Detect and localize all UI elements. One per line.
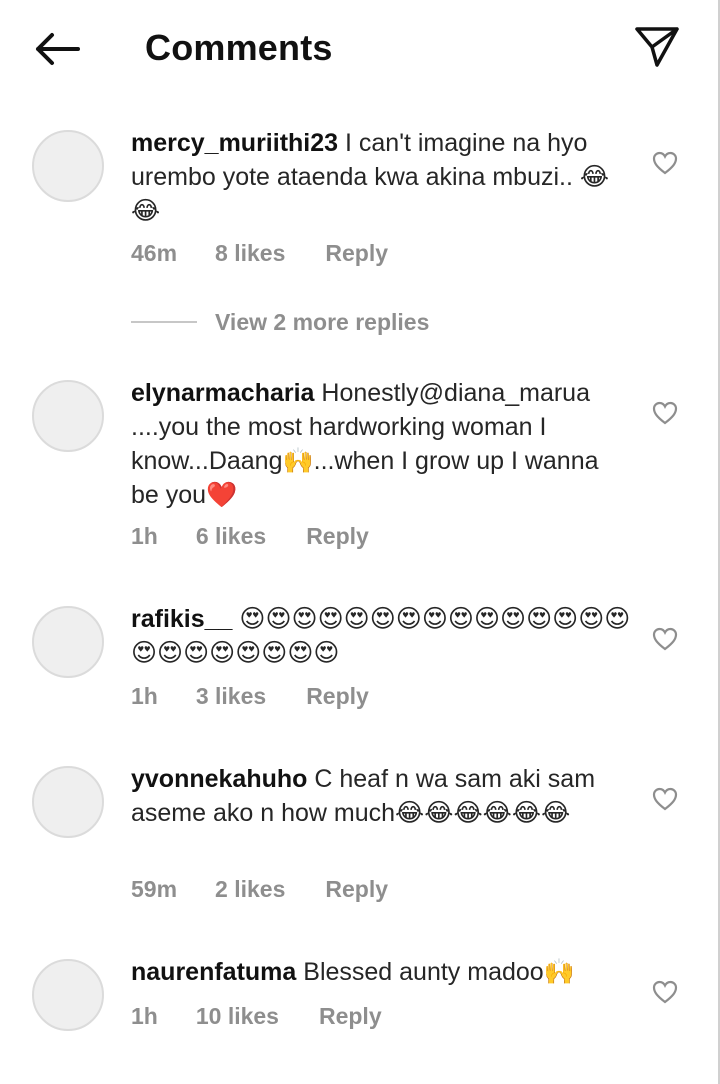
comment-likes[interactable]: 3 likes [196,683,266,710]
comment-emoji: 😂😂😂😂😂😂 [395,798,571,827]
comment-likes[interactable]: 6 likes [196,523,266,550]
avatar[interactable] [32,606,104,678]
page-title: Comments [145,27,333,68]
comment-likes[interactable]: 8 likes [215,240,285,267]
back-button[interactable] [28,24,84,74]
replies-divider [131,321,197,323]
reply-button[interactable]: Reply [325,240,388,267]
reply-button[interactable]: Reply [319,1003,382,1030]
like-button[interactable] [648,146,682,180]
comment-username[interactable]: elynarmacharia [131,379,314,407]
comment-meta: 1h 6 likes Reply [131,519,369,553]
heart-icon [652,151,678,175]
comment-username[interactable]: mercy_muriithi23 [131,129,338,157]
comment-time: 1h [131,522,158,549]
heart-icon [652,401,678,425]
comment-emoji: ❤️ [206,480,238,509]
comment-time: 1h [131,682,158,709]
comment-body: rafikis__ 😍😍😍😍😍😍😍😍😍😍😍😍😍😍😍😍😍😍😍😍😍😍😍 [131,602,631,670]
comment-likes[interactable]: 10 likes [196,1003,279,1030]
comment-body: yvonnekahuho C heaf n wa sam aki sam ase… [131,762,611,830]
like-button[interactable] [648,975,682,1009]
heart-icon [652,980,678,1004]
arrow-left-icon [36,33,80,65]
comment-username[interactable]: yvonnekahuho [131,765,307,793]
avatar[interactable] [32,380,104,452]
comment-time: 46m [131,239,178,266]
comment-body: elynarmacharia Honestly@diana_marua ....… [131,376,629,512]
comment-meta: 46m 8 likes Reply [131,236,388,270]
comment-meta: 1h 3 likes Reply [131,679,369,713]
comment-time: 1h [131,1002,158,1029]
reply-button[interactable]: Reply [306,523,369,550]
comment-body: naurenfatuma Blessed aunty madoo🙌 [131,955,631,989]
header-bar: Comments [0,0,720,96]
comment-meta: 1h 10 likes Reply [131,999,382,1033]
comment-likes[interactable]: 2 likes [215,876,285,903]
paper-plane-icon [635,27,679,67]
comment-emoji: 🙌 [543,957,575,986]
view-replies-label[interactable]: View 2 more replies [215,309,429,336]
reply-button[interactable]: Reply [306,683,369,710]
comment-meta: 59m 2 likes Reply [131,872,388,906]
like-button[interactable] [648,396,682,430]
avatar[interactable] [32,130,104,202]
avatar[interactable] [32,766,104,838]
comment-username[interactable]: rafikis__ [131,605,232,633]
reply-button[interactable]: Reply [325,876,388,903]
like-button[interactable] [648,782,682,816]
comment-text: Blessed aunty madoo [303,958,544,986]
comment-username[interactable]: naurenfatuma [131,958,296,986]
view-more-replies[interactable]: View 2 more replies [131,306,429,338]
comment-time: 59m [131,875,178,902]
comment-body: mercy_muriithi23 I can't imagine na hyo … [131,126,631,228]
avatar[interactable] [32,959,104,1031]
heart-icon [652,787,678,811]
share-button[interactable] [628,20,686,74]
like-button[interactable] [648,622,682,656]
heart-icon [652,627,678,651]
